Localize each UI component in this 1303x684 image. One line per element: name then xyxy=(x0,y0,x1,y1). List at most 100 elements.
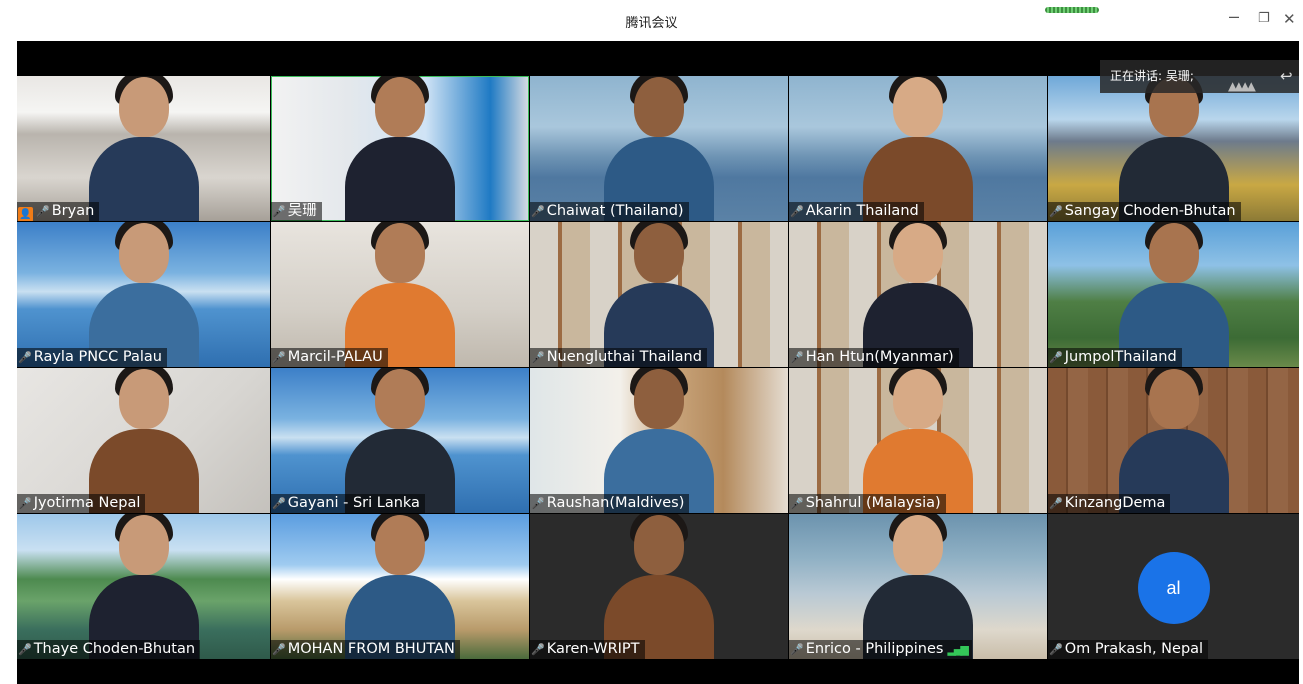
participant-tile[interactable]: 🎤 MOHAN FROM BHUTAN xyxy=(271,514,529,659)
participant-tile[interactable]: 👤 🎤 Bryan xyxy=(17,76,270,221)
microphone-icon: 🎤 xyxy=(790,351,804,364)
participant-video xyxy=(863,76,973,221)
participant-video xyxy=(345,514,455,659)
participant-video xyxy=(863,368,973,513)
participant-name-label: 🎤 Raushan(Maldives) xyxy=(530,494,690,513)
participant-name: Jyotirma Nepal xyxy=(33,495,141,511)
participant-name-label: 🎤 Shahrul (Malaysia) xyxy=(789,494,946,513)
participant-tile[interactable]: 🎤 Chaiwat (Thailand) xyxy=(530,76,788,221)
participant-name-label: 🎤 JumpolThailand xyxy=(1048,348,1182,367)
participant-tile[interactable]: 🎤 Thaye Choden-Bhutan xyxy=(17,514,270,659)
microphone-icon: 🎤 xyxy=(18,497,32,510)
microphone-icon: 🎤 xyxy=(1049,643,1063,656)
microphone-icon: 🎤 xyxy=(1049,497,1063,510)
participant-name: Han Htun(Myanmar) xyxy=(805,349,954,365)
host-icon: 👤 xyxy=(18,207,33,221)
microphone-icon: 🎤 xyxy=(531,497,545,510)
microphone-icon: 🎤 xyxy=(272,205,286,218)
participant-video xyxy=(88,514,199,659)
participant-name: JumpolThailand xyxy=(1064,349,1177,365)
participant-name: 吴珊 xyxy=(287,203,317,219)
participant-name-label: 🎤 Enrico - Philippines ▂▄▆ xyxy=(789,640,972,659)
participant-video xyxy=(1118,76,1229,221)
participant-name-label: 🎤 Gayani - Sri Lanka xyxy=(271,494,425,513)
participant-video xyxy=(88,76,199,221)
meeting-stage: 👤 🎤 Bryan 🎤 吴珊 🎤 Chaiwat (Thailand) 🎤 Akarin Tha… xyxy=(17,41,1299,684)
speaking-indicator: 正在讲话: 吴珊; ▲▲▲▲ ↩ xyxy=(1100,60,1299,93)
participant-tile[interactable]: 🎤 Rayla PNCC Palau xyxy=(17,222,270,367)
window-title: 腾讯会议 xyxy=(625,16,678,31)
participant-tile[interactable]: 🎤 Gayani - Sri Lanka xyxy=(271,368,529,513)
microphone-icon: 🎤 xyxy=(790,205,804,218)
microphone-icon: 🎤 xyxy=(18,351,32,364)
participant-video xyxy=(863,514,973,659)
participant-name: MOHAN FROM BHUTAN xyxy=(287,641,455,657)
participant-video xyxy=(604,222,714,367)
participant-tile[interactable]: 🎤 Enrico - Philippines ▂▄▆ xyxy=(789,514,1047,659)
participant-video xyxy=(345,222,455,367)
participant-name-label: 🎤 Rayla PNCC Palau xyxy=(17,348,167,367)
participant-name-label: 🎤 Thaye Choden-Bhutan xyxy=(17,640,201,659)
participant-name: Enrico - Philippines xyxy=(805,641,944,657)
participant-tile[interactable]: 🎤 Raushan(Maldives) xyxy=(530,368,788,513)
participant-name-label: 🎤 Marcil-PALAU xyxy=(271,348,388,367)
participant-name-label: 🎤 MOHAN FROM BHUTAN xyxy=(271,640,460,659)
participant-tile[interactable]: 🎤 Han Htun(Myanmar) xyxy=(789,222,1047,367)
participant-tile[interactable]: 🎤 KinzangDema xyxy=(1048,368,1299,513)
microphone-icon: 🎤 xyxy=(1049,205,1063,218)
microphone-icon: 🎤 xyxy=(790,497,804,510)
microphone-icon: 🎤 xyxy=(790,643,804,656)
microphone-icon: 🎤 xyxy=(531,643,545,656)
participant-video xyxy=(604,368,714,513)
participant-name: Akarin Thailand xyxy=(805,203,919,219)
participant-name: Rayla PNCC Palau xyxy=(33,349,162,365)
participant-tile[interactable]: 🎤 Shahrul (Malaysia) xyxy=(789,368,1047,513)
participant-video xyxy=(345,76,455,221)
title-bar: 腾讯会议 – ❐ ✕ xyxy=(0,0,1303,40)
participant-name: Marcil-PALAU xyxy=(287,349,383,365)
minimize-icon[interactable]: – xyxy=(1229,6,1239,27)
participant-name: Shahrul (Malaysia) xyxy=(805,495,941,511)
participant-name-label: 🎤 Han Htun(Myanmar) xyxy=(789,348,959,367)
participant-name: Om Prakash, Nepal xyxy=(1064,641,1204,657)
participant-name-label: 🎤 Nuengluthai Thailand xyxy=(530,348,707,367)
participant-tile[interactable]: 🎤 Akarin Thailand xyxy=(789,76,1047,221)
participant-tile[interactable]: al 🎤 Om Prakash, Nepal xyxy=(1048,514,1299,659)
participant-name: Gayani - Sri Lanka xyxy=(287,495,420,511)
participant-video xyxy=(1118,222,1229,367)
participant-name: Sangay Choden-Bhutan xyxy=(1064,203,1236,219)
restore-icon[interactable]: ❐ xyxy=(1258,10,1270,26)
participant-tile[interactable]: 🎤 Jyotirma Nepal xyxy=(17,368,270,513)
participant-name: Thaye Choden-Bhutan xyxy=(33,641,196,657)
microphone-icon: 🎤 xyxy=(272,497,286,510)
microphone-icon: 🎤 xyxy=(272,351,286,364)
audio-wave-icon: ▲▲▲▲ xyxy=(1228,79,1256,93)
participant-name: Karen-WRIPT xyxy=(546,641,640,657)
avatar: al xyxy=(1137,552,1210,624)
participant-tile[interactable]: 🎤 Karen-WRIPT xyxy=(530,514,788,659)
close-icon[interactable]: ✕ xyxy=(1283,10,1296,28)
participant-tile[interactable]: 🎤 Sangay Choden-Bhutan xyxy=(1048,76,1299,221)
participant-tile[interactable]: 🎤 Marcil-PALAU xyxy=(271,222,529,367)
participant-name-label: 🎤 吴珊 xyxy=(271,202,322,221)
video-grid: 👤 🎤 Bryan 🎤 吴珊 🎤 Chaiwat (Thailand) 🎤 Akarin Tha… xyxy=(17,76,1299,660)
participant-video xyxy=(345,368,455,513)
microphone-icon: 🎤 xyxy=(36,205,50,218)
microphone-icon: 🎤 xyxy=(531,205,545,218)
microphone-icon: 🎤 xyxy=(18,643,32,656)
participant-name: KinzangDema xyxy=(1064,495,1166,511)
participant-video xyxy=(604,514,714,659)
participant-video xyxy=(604,76,714,221)
network-signal-indicator[interactable] xyxy=(1045,7,1099,13)
participant-tile[interactable]: 🎤 JumpolThailand xyxy=(1048,222,1299,367)
participant-name-label: 👤 🎤 Bryan xyxy=(17,202,100,221)
participant-name-label: 🎤 Akarin Thailand xyxy=(789,202,924,221)
participant-video xyxy=(88,222,199,367)
collapse-arrow-icon[interactable]: ↩ xyxy=(1280,60,1293,93)
participant-name-label: 🎤 Om Prakash, Nepal xyxy=(1048,640,1209,659)
participant-name: Nuengluthai Thailand xyxy=(546,349,702,365)
participant-name-label: 🎤 Sangay Choden-Bhutan xyxy=(1048,202,1241,221)
participant-video xyxy=(863,222,973,367)
participant-tile[interactable]: 🎤 Nuengluthai Thailand xyxy=(530,222,788,367)
participant-tile[interactable]: 🎤 吴珊 xyxy=(271,76,529,221)
